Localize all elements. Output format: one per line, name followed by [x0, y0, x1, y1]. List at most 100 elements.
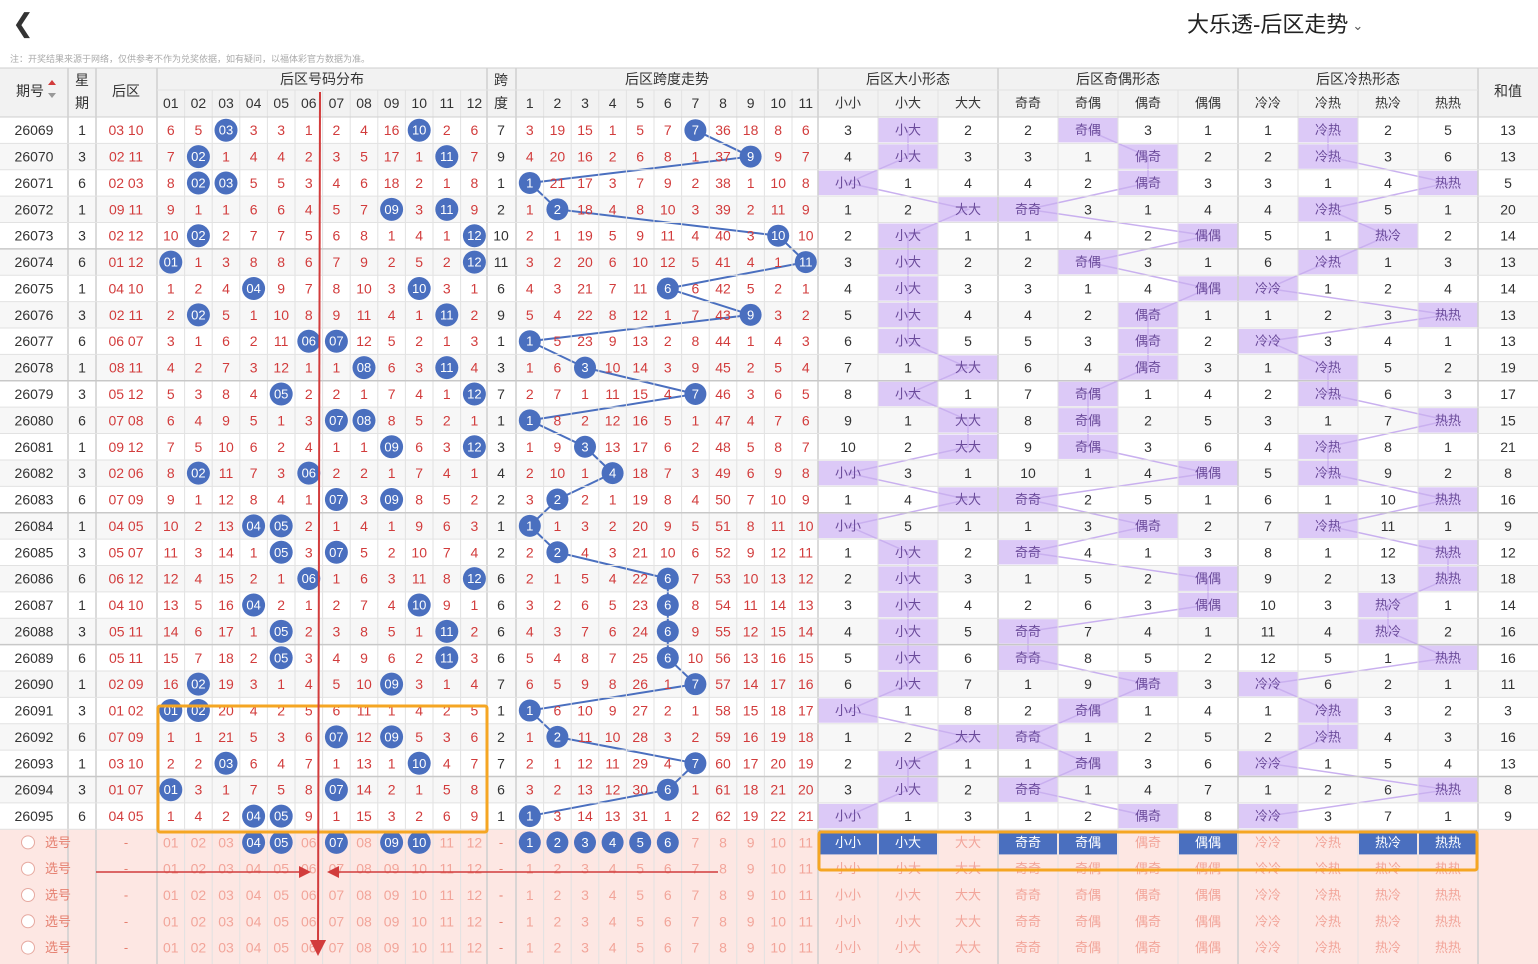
pick-span[interactable]: 8: [719, 940, 727, 956]
pick-number[interactable]: 05: [273, 887, 289, 903]
pick-form-label[interactable]: 奇奇: [1015, 914, 1041, 929]
select-radio[interactable]: [21, 835, 35, 850]
pick-span[interactable]: 11: [799, 940, 814, 956]
pick-form-label[interactable]: 小大: [895, 914, 921, 929]
pick-span[interactable]: 1: [526, 940, 534, 956]
pick-form-label[interactable]: 偶偶: [1195, 940, 1221, 955]
pick-number[interactable]: 02: [191, 834, 207, 850]
pick-number[interactable]: 12: [467, 834, 483, 850]
pick-span[interactable]: 2: [554, 913, 562, 929]
pick-span[interactable]: 10: [770, 861, 786, 877]
selected-number[interactable]: 07: [329, 835, 343, 850]
pick-number[interactable]: 09: [384, 887, 400, 903]
pick-form-label[interactable]: 冷冷: [1255, 940, 1281, 955]
pick-span[interactable]: 10: [770, 834, 786, 850]
pick-form-label[interactable]: 小小: [835, 914, 861, 929]
pick-span[interactable]: 5: [636, 861, 644, 877]
pick-span[interactable]: 9: [747, 887, 755, 903]
pick-number[interactable]: 08: [356, 913, 372, 929]
select-radio[interactable]: [21, 914, 35, 929]
selected-form-label[interactable]: 奇奇: [1015, 835, 1041, 850]
pick-span[interactable]: 1: [526, 861, 534, 877]
pick-form-label[interactable]: 小小: [835, 888, 861, 903]
selected-span[interactable]: 2: [554, 835, 561, 850]
pick-form-label[interactable]: 大大: [955, 835, 981, 850]
pick-number[interactable]: 12: [467, 940, 483, 956]
pick-number[interactable]: 09: [384, 940, 400, 956]
pick-span[interactable]: 8: [719, 887, 727, 903]
selected-form-label[interactable]: 热热: [1435, 835, 1461, 850]
pick-number[interactable]: 10: [411, 887, 427, 903]
pick-span[interactable]: 3: [581, 887, 589, 903]
pick-number[interactable]: 10: [411, 940, 427, 956]
pick-span[interactable]: 7: [692, 861, 700, 877]
pick-number[interactable]: 06: [301, 940, 317, 956]
pick-number[interactable]: 01: [163, 887, 179, 903]
pick-span[interactable]: 7: [692, 940, 700, 956]
pick-form-label[interactable]: 热冷: [1375, 940, 1401, 955]
pick-span[interactable]: 2: [554, 940, 562, 956]
pick-span[interactable]: 11: [799, 913, 814, 929]
pick-number[interactable]: 05: [273, 861, 289, 877]
pick-span[interactable]: 2: [554, 861, 562, 877]
pick-span[interactable]: 5: [636, 940, 644, 956]
pick-number[interactable]: 01: [163, 940, 179, 956]
pick-form-label[interactable]: 冷冷: [1255, 835, 1281, 850]
pick-number[interactable]: 02: [191, 913, 207, 929]
pick-span[interactable]: 7: [692, 834, 700, 850]
pick-number[interactable]: 03: [218, 834, 234, 850]
pick-span[interactable]: 9: [747, 940, 755, 956]
pick-span[interactable]: 10: [770, 913, 786, 929]
pick-number[interactable]: 03: [218, 887, 234, 903]
pick-form-label[interactable]: 冷冷: [1255, 888, 1281, 903]
pick-number[interactable]: 06: [301, 913, 317, 929]
pick-form-label[interactable]: 偶奇: [1135, 914, 1161, 929]
pick-span[interactable]: 1: [526, 887, 534, 903]
pick-number[interactable]: 05: [273, 913, 289, 929]
select-number-label[interactable]: 选号: [45, 861, 71, 876]
pick-number[interactable]: 07: [329, 861, 345, 877]
pick-span[interactable]: 6: [664, 913, 672, 929]
pick-number[interactable]: 12: [467, 861, 483, 877]
pick-number[interactable]: 12: [467, 913, 483, 929]
pick-form-label[interactable]: 冷热: [1315, 940, 1341, 955]
select-radio[interactable]: [21, 888, 35, 903]
pick-number[interactable]: 07: [329, 887, 345, 903]
pick-number[interactable]: 03: [218, 913, 234, 929]
pick-span[interactable]: 6: [664, 861, 672, 877]
pick-number[interactable]: 08: [356, 887, 372, 903]
pick-span[interactable]: 8: [719, 861, 727, 877]
selected-form-label[interactable]: 奇偶: [1075, 835, 1101, 850]
pick-span[interactable]: 11: [799, 834, 814, 850]
pick-form-label[interactable]: 奇偶: [1075, 914, 1101, 929]
select-number-label[interactable]: 选号: [45, 914, 71, 929]
pick-number[interactable]: 08: [356, 940, 372, 956]
pick-form-label[interactable]: 冷热: [1315, 914, 1341, 929]
pick-form-label[interactable]: 大大: [955, 914, 981, 929]
pick-span[interactable]: 7: [692, 887, 700, 903]
pick-span[interactable]: 4: [609, 913, 617, 929]
selected-number[interactable]: 05: [274, 835, 288, 850]
pick-number[interactable]: 03: [218, 940, 234, 956]
pick-number[interactable]: 08: [356, 861, 372, 877]
selected-span[interactable]: 5: [637, 835, 644, 850]
pick-form-label[interactable]: 偶奇: [1135, 835, 1161, 850]
pick-number[interactable]: 04: [246, 887, 262, 903]
pick-number[interactable]: 04: [246, 940, 262, 956]
pick-form-label[interactable]: 冷热: [1315, 888, 1341, 903]
pick-form-label[interactable]: 大大: [955, 888, 981, 903]
select-number-label[interactable]: 选号: [45, 940, 71, 955]
pick-span[interactable]: 7: [692, 913, 700, 929]
selected-number[interactable]: 09: [384, 835, 398, 850]
pick-form-label[interactable]: 偶偶: [1195, 888, 1221, 903]
pick-form-label[interactable]: 冷热: [1315, 835, 1341, 850]
pick-number[interactable]: 12: [467, 887, 483, 903]
pick-number[interactable]: 02: [191, 940, 207, 956]
pick-number[interactable]: 09: [384, 861, 400, 877]
pick-number[interactable]: 03: [218, 861, 234, 877]
selected-form-label[interactable]: 热冷: [1375, 835, 1401, 850]
pick-span[interactable]: 3: [581, 913, 589, 929]
pick-number[interactable]: 07: [329, 913, 345, 929]
pick-number[interactable]: 04: [246, 913, 262, 929]
selected-form-label[interactable]: 偶偶: [1195, 835, 1221, 850]
